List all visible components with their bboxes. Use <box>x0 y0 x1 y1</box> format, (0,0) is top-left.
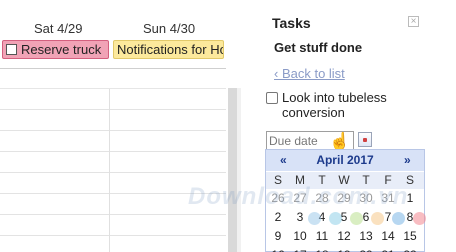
prev-month-button[interactable]: « <box>280 150 287 171</box>
date-picker-day[interactable]: 9 <box>267 228 289 245</box>
event-notifications[interactable]: Notifications for Ho <box>113 40 224 59</box>
next-month-button[interactable]: » <box>404 150 411 171</box>
date-picker-header: April 2017 « » <box>266 150 424 171</box>
calendar-picker-icon[interactable] <box>358 132 372 147</box>
watermark-dot <box>308 212 321 225</box>
task-list-title: Get stuff done <box>274 40 363 55</box>
time-grid[interactable] <box>0 89 226 252</box>
date-picker-week: 9 10 11 12 13 14 15 <box>266 228 424 245</box>
date-picker-day[interactable]: 15 <box>399 228 421 245</box>
date-picker-day[interactable]: 13 <box>355 228 377 245</box>
date-picker-day[interactable]: 12 <box>333 228 355 245</box>
date-picker-day[interactable]: 20 <box>355 247 377 252</box>
date-picker-day[interactable]: 22 <box>399 247 421 252</box>
date-picker-week: 16171819202122 <box>266 247 424 252</box>
watermark: Download.com.vn <box>188 183 409 210</box>
watermark-dot <box>392 212 405 225</box>
date-picker-month: April 2017 <box>316 153 374 167</box>
watermark-dot <box>329 212 342 225</box>
watermark-dot <box>413 212 426 225</box>
event-title: Notifications for Ho <box>117 42 224 57</box>
day-header-sat: Sat 4/29 <box>34 21 83 36</box>
date-picker-day[interactable]: 10 <box>289 228 311 245</box>
event-reserve-truck[interactable]: Reserve truck <box>2 40 109 59</box>
task-checkbox[interactable] <box>266 92 278 104</box>
tasks-title: Tasks <box>272 15 311 31</box>
allday-divider <box>0 68 226 69</box>
task-text[interactable]: Look into tubeless conversion <box>282 90 432 120</box>
date-picker-day[interactable]: 18 <box>311 247 333 252</box>
watermark-dot <box>371 212 384 225</box>
watermark-dots <box>302 208 436 228</box>
watermark-dot <box>350 212 363 225</box>
date-picker-day[interactable]: 16 <box>267 247 289 252</box>
hand-cursor-icon: ☝ <box>329 132 351 151</box>
date-picker-day[interactable]: 17 <box>289 247 311 252</box>
calendar-scrollbar[interactable] <box>228 88 237 252</box>
date-picker-day[interactable]: 11 <box>311 228 333 245</box>
calendar-view: Sat 4/29 Sun 4/30 Reserve truck Notifica… <box>0 0 226 252</box>
date-picker-day[interactable]: 14 <box>377 228 399 245</box>
back-to-list-link[interactable]: ‹ Back to list <box>274 66 345 81</box>
date-picker-day[interactable]: 2 <box>267 209 289 226</box>
date-picker-day[interactable]: 21 <box>377 247 399 252</box>
day-header-sun: Sun 4/30 <box>143 21 196 36</box>
event-checkbox-icon[interactable] <box>6 44 17 55</box>
close-icon[interactable]: × <box>408 16 419 27</box>
event-title: Reserve truck <box>21 42 102 57</box>
date-picker-day[interactable]: 19 <box>333 247 355 252</box>
